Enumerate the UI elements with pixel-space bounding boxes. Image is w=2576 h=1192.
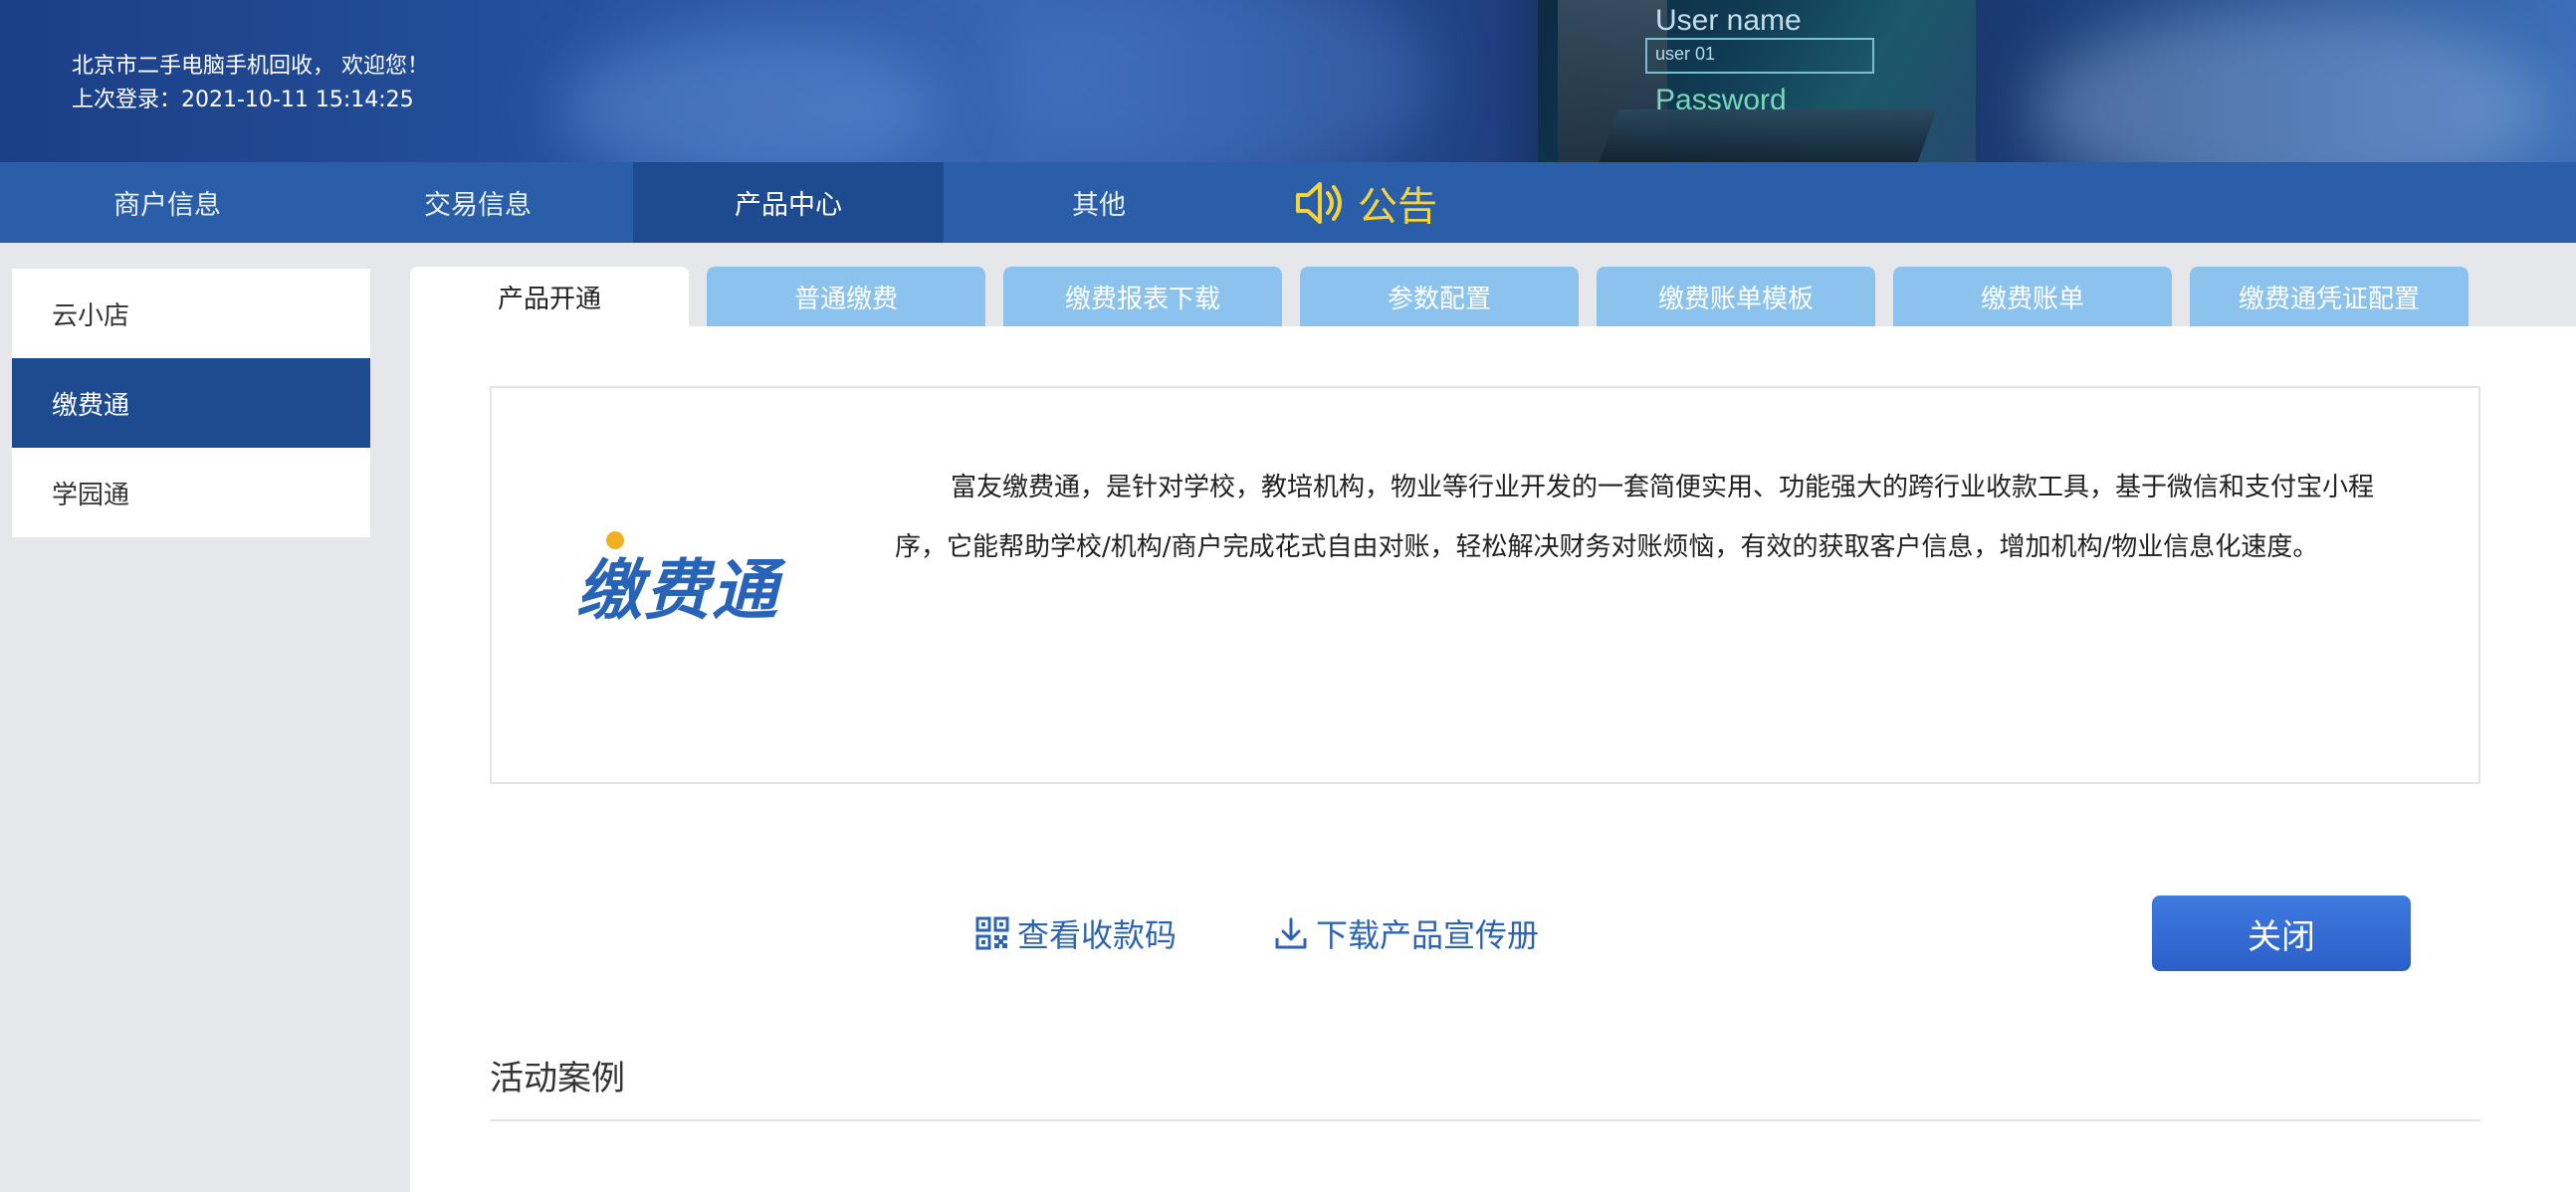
banner-username-label: User name bbox=[1655, 4, 1802, 37]
tab-bar: 产品开通 普通缴费 缴费报表下载 参数配置 缴费账单模板 缴费账单 缴费通凭证配… bbox=[410, 267, 2576, 326]
top-nav: 商户信息 交易信息 产品中心 其他 公告 bbox=[0, 162, 2576, 243]
banner-glow bbox=[1015, 0, 1433, 162]
tab-normal-payment[interactable]: 普通缴费 bbox=[707, 267, 985, 326]
nav-item-product-center[interactable]: 产品中心 bbox=[633, 162, 944, 243]
sidebar-item-cloud-shop[interactable]: 云小店 bbox=[12, 269, 370, 358]
banner-glow bbox=[557, 30, 936, 162]
tab-report-download[interactable]: 缴费报表下载 bbox=[1003, 267, 1282, 326]
tab-voucher-config[interactable]: 缴费通凭证配置 bbox=[2190, 267, 2469, 326]
greeting-text: 北京市二手电脑手机回收， 欢迎您！ bbox=[72, 54, 429, 79]
product-logo: 缴费通 bbox=[576, 531, 779, 633]
last-login-text: 上次登录：2021-10-11 15:14:25 bbox=[72, 88, 414, 112]
close-button[interactable]: 关闭 bbox=[2152, 895, 2411, 971]
view-qr-code-label: 查看收款码 bbox=[1017, 916, 1178, 954]
notice-label: 公告 bbox=[1358, 183, 1437, 230]
product-description: 富友缴费通，是针对学校，教培机构，物业等行业开发的一套简便实用、功能强大的跨行业… bbox=[895, 473, 2375, 562]
nav-item-merchant-info[interactable]: 商户信息 bbox=[12, 162, 322, 243]
banner-username-box: user 01 bbox=[1645, 38, 1874, 74]
section-title-cases: 活动案例 bbox=[490, 1059, 625, 1098]
tab-product-activation[interactable]: 产品开通 bbox=[410, 267, 689, 326]
nav-item-other[interactable]: 其他 bbox=[944, 162, 1254, 243]
action-bar: 查看收款码 下载产品宣传册 关闭 bbox=[410, 894, 2576, 973]
banner-laptop-image bbox=[1597, 109, 1937, 162]
sidebar: 云小店 缴费通 学园通 bbox=[12, 269, 370, 537]
nav-item-trade-info[interactable]: 交易信息 bbox=[322, 162, 633, 243]
sidebar-item-payment[interactable]: 缴费通 bbox=[12, 358, 370, 448]
tab-panel: 缴费通 富友缴费通，是针对学校，教培机构，物业等行业开发的一套简便实用、功能强大… bbox=[410, 326, 2576, 1192]
user-greeting-block: 北京市二手电脑手机回收， 欢迎您！ 上次登录：2021-10-11 15:14:… bbox=[72, 50, 429, 117]
banner-glow bbox=[2031, 10, 2548, 162]
product-logo-text: 缴费通 bbox=[576, 552, 779, 629]
notice-link[interactable]: 公告 bbox=[1294, 162, 1437, 243]
tab-bill-template[interactable]: 缴费账单模板 bbox=[1597, 267, 1875, 326]
product-intro-card: 缴费通 富友缴费通，是针对学校，教培机构，物业等行业开发的一套简便实用、功能强大… bbox=[490, 386, 2480, 784]
section-divider bbox=[490, 1119, 2480, 1121]
main-content: 产品开通 普通缴费 缴费报表下载 参数配置 缴费账单模板 缴费账单 缴费通凭证配… bbox=[410, 267, 2576, 1192]
speaker-icon bbox=[1296, 181, 1342, 224]
header-banner: User name user 01 Password 北京市二手电脑手机回收， … bbox=[0, 0, 2576, 162]
sidebar-item-campus[interactable]: 学园通 bbox=[12, 448, 370, 537]
tab-param-config[interactable]: 参数配置 bbox=[1300, 267, 1579, 326]
tab-bill[interactable]: 缴费账单 bbox=[1893, 267, 2172, 326]
logo-dot bbox=[606, 531, 624, 549]
banner-login-photo: User name user 01 Password bbox=[1538, 0, 1976, 162]
download-brochure-link[interactable]: 下载产品宣传册 bbox=[1274, 894, 1539, 973]
qr-code-icon bbox=[975, 916, 1009, 950]
download-icon bbox=[1275, 917, 1307, 949]
view-qr-code-link[interactable]: 查看收款码 bbox=[975, 894, 1177, 973]
download-brochure-label: 下载产品宣传册 bbox=[1316, 916, 1540, 954]
